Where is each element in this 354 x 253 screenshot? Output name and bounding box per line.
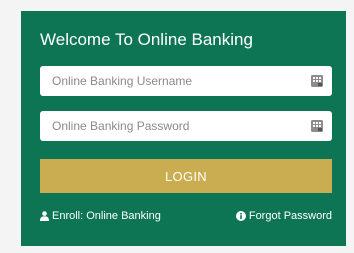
password-field[interactable] <box>40 111 332 141</box>
virtual-keyboard-icon[interactable] <box>310 119 324 133</box>
password-input[interactable] <box>40 111 332 141</box>
login-button[interactable]: LOGIN <box>40 159 332 193</box>
panel-title: Welcome To Online Banking <box>40 30 253 49</box>
enroll-link-label: Enroll: Online Banking <box>52 210 161 222</box>
virtual-keyboard-icon[interactable] <box>310 74 324 88</box>
forgot-password-link[interactable]: Forgot Password <box>235 210 332 222</box>
forgot-password-label: Forgot Password <box>248 210 332 222</box>
login-panel: Welcome To Online Banking LOGIN <box>21 11 346 246</box>
user-icon <box>40 211 49 221</box>
info-circle-icon <box>235 211 246 221</box>
username-input[interactable] <box>40 66 332 96</box>
enroll-link[interactable]: Enroll: Online Banking <box>40 210 161 222</box>
username-field[interactable] <box>40 66 332 96</box>
